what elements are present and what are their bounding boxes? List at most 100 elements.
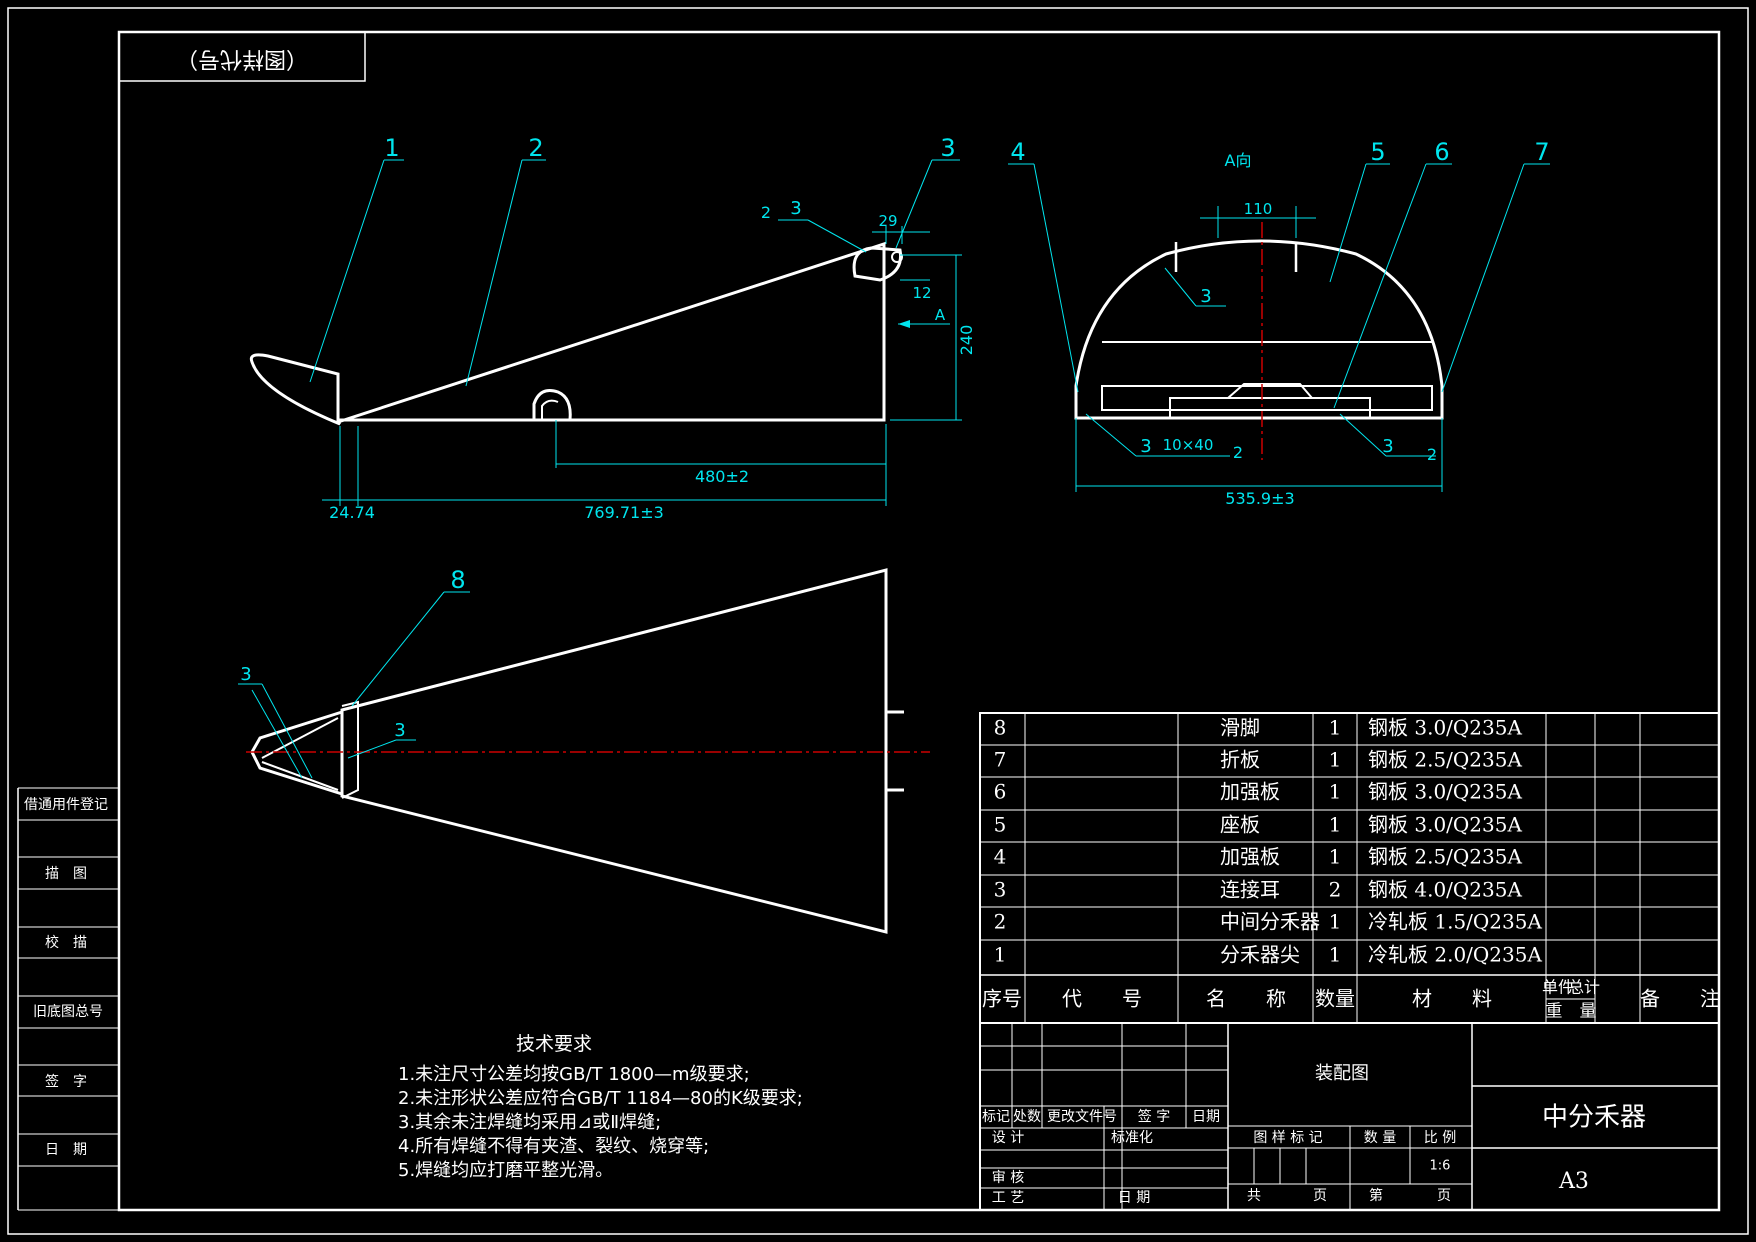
side-view (249, 241, 903, 426)
view-marker: A (935, 306, 946, 324)
mark-label: 图 样 标 记 (1253, 1130, 1322, 1146)
strip-label: 描 图 (45, 866, 87, 882)
weld-symbol: 3 (1140, 436, 1151, 457)
bom-cell-name: 加强板 (1220, 780, 1280, 804)
bom-cell-qty: 1 (1329, 845, 1342, 869)
bom-cell-no: 1 (994, 943, 1007, 967)
dimension-label: 769.71±3 (584, 503, 664, 522)
review-label: 审 核 (992, 1170, 1024, 1186)
a-view-leaders: 4 5 6 7 (1008, 138, 1550, 409)
technical-requirements: 技术要求 1.未注尺寸公差均按GB/T 1800—m级要求; 2.未注形状公差应… (398, 1033, 803, 1181)
top-view: 8 3 3 (238, 566, 930, 934)
part-name: 中分禾器 (1542, 1103, 1646, 1133)
strip-label: 校 描 (45, 934, 87, 951)
bill-of-materials: 8 滑脚 1 钢板 3.0/Q235A 7 折板 1 钢板 2.5/Q235A 6 加强板 1 钢板 … (979, 712, 1720, 1024)
bom-cell-material: 钢板 3.0/Q235A (1368, 813, 1522, 837)
page2-label: 页 (1437, 1188, 1451, 1204)
stitch-label: 10×40 (1163, 436, 1214, 454)
bom-cell-no: 4 (994, 845, 1007, 869)
bom-header-code: 代 号 (1062, 987, 1142, 1011)
weld-symbol: 2 (1233, 443, 1243, 462)
bom-cell-no: 6 (994, 780, 1007, 804)
bom-cell-name: 加强板 (1220, 845, 1280, 869)
bom-cell-qty: 2 (1329, 878, 1342, 902)
drawing-code-stamp: （图样代号） (118, 31, 366, 82)
balloon-6: 6 (1434, 138, 1449, 166)
rev-header: 日期 (1192, 1109, 1220, 1125)
weld-symbol: 2 (1427, 445, 1437, 464)
tech-line: 4.所有焊缝不得有夹渣、裂纹、烧穿等; (398, 1136, 709, 1157)
tech-line: 3.其余未注焊缝均采用⊿或Ⅱ焊缝; (398, 1112, 661, 1133)
bom-cell-no: 8 (994, 716, 1007, 740)
bom-cell-qty: 1 (1329, 780, 1342, 804)
bom-rows: 8 滑脚 1 钢板 3.0/Q235A 7 折板 1 钢板 2.5/Q235A 6 加强板 1 钢板 … (994, 716, 1543, 967)
rev-header: 标记 (982, 1109, 1010, 1125)
a-view-dimensions: 110 535.9±3 3 3 10×40 2 3 2 (1075, 200, 1443, 508)
side-view-leaders: 1 2 3 2 3 (309, 134, 960, 387)
strip-label: 借通用件登记 (24, 797, 108, 813)
outer-border (7, 7, 1749, 1235)
dimension-label: 535.9±3 (1225, 489, 1294, 508)
view-a-label: A向 (1225, 151, 1252, 170)
middle-divider-plate (336, 241, 886, 425)
drawing-type: 装配图 (1315, 1063, 1369, 1084)
bom-cell-material: 冷轧板 2.0/Q235A (1368, 943, 1542, 967)
arrow-head (898, 320, 910, 328)
std-label: 标准化 (1111, 1130, 1153, 1146)
dimension-label: 110 (1244, 200, 1273, 218)
tech-line: 2.未注形状公差应符合GB/T 1184—80的K级要求; (398, 1088, 803, 1109)
bom-header-name: 名 称 (1206, 987, 1286, 1011)
bom-cell-no: 5 (994, 813, 1007, 837)
a-view: A向 (1074, 151, 1444, 460)
balloon-3: 3 (940, 134, 955, 162)
weld-symbol: 3 (240, 664, 251, 685)
dimension-label: 29 (878, 212, 897, 230)
balloon-2: 2 (528, 134, 543, 162)
rev-header: 更改文件号 (1047, 1109, 1117, 1125)
weld-symbol: 3 (1200, 286, 1211, 307)
bom-header-weight: 重 量 (1546, 1002, 1597, 1022)
assembly-drawing: （图样代号） 借通用件登记 描 图 校 描 旧底图总号 签 字 日 期 480±… (7, 7, 1749, 1235)
title-block: 标记 处数 更改文件号 签 字 日期 设 计 标准化 审 核 工 艺 日 期 装… (979, 1022, 1720, 1211)
bom-cell-material: 钢板 2.5/Q235A (1368, 748, 1522, 772)
bom-cell-material: 钢板 2.5/Q235A (1368, 845, 1522, 869)
bom-header-no: 序号 (982, 987, 1022, 1011)
balloon-5: 5 (1370, 138, 1385, 166)
scale-value: 1:6 (1430, 1159, 1451, 1174)
dimension-label: 24.74 (329, 503, 375, 522)
bom-cell-name: 滑脚 (1220, 716, 1260, 740)
tech-line: 1.未注尺寸公差均按GB/T 1800—m级要求; (398, 1064, 750, 1085)
drawing-frame (117, 30, 1721, 1212)
total-label: 共 (1247, 1188, 1261, 1204)
weld-symbol: 2 (761, 203, 771, 222)
bom-cell-qty: 1 (1329, 716, 1342, 740)
bom-cell-material: 钢板 4.0/Q235A (1368, 878, 1522, 902)
bom-cell-no: 3 (994, 878, 1007, 902)
scale-label: 比 例 (1424, 1130, 1456, 1146)
rev-header: 处数 (1013, 1109, 1041, 1125)
date-label: 日 期 (1118, 1190, 1150, 1206)
lower-lug (532, 389, 572, 421)
bom-cell-name: 座板 (1220, 813, 1260, 837)
bom-cell-no: 2 (994, 910, 1007, 934)
craft-label: 工 艺 (992, 1190, 1024, 1206)
balloon-8: 8 (450, 566, 465, 594)
design-label: 设 计 (992, 1130, 1024, 1146)
balloon-4: 4 (1010, 138, 1025, 166)
strip-label: 签 字 (45, 1073, 87, 1090)
tech-line: 5.焊缝均应打磨平整光滑。 (398, 1160, 613, 1181)
bom-cell-qty: 1 (1329, 748, 1342, 772)
bom-cell-name: 分禾器尖 (1220, 943, 1300, 967)
rev-header: 签 字 (1138, 1108, 1170, 1125)
weld-symbol: 3 (790, 198, 801, 219)
balloon-1: 1 (384, 134, 399, 162)
balloon-7: 7 (1534, 138, 1549, 166)
dimension-label: 12 (912, 284, 931, 302)
divider-plan (340, 568, 888, 934)
bom-cell-name: 中间分禾器 (1220, 910, 1320, 934)
bom-cell-qty: 1 (1329, 943, 1342, 967)
side-view-dimensions: 480±2 24.74 769.71±3 240 29 12 A (322, 212, 976, 522)
bom-cell-name: 连接耳 (1220, 878, 1280, 902)
bom-cell-qty: 1 (1329, 910, 1342, 934)
bom-cell-no: 7 (994, 748, 1007, 772)
